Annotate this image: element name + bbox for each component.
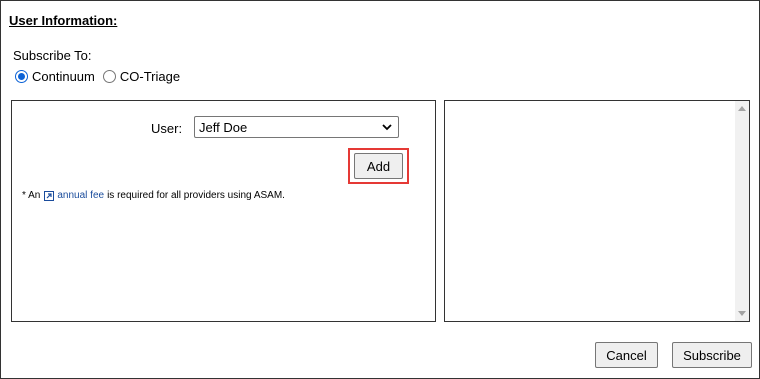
cancel-button[interactable]: Cancel [595,342,658,368]
radio-co-triage-indicator[interactable] [102,70,116,83]
annual-fee-link[interactable]: annual fee [57,190,104,201]
annual-fee-note: * An annual fee is required for all prov… [22,190,285,201]
user-information-dialog: User Information: Subscribe To: Continuu… [0,0,760,379]
radio-continuum-label: Continuum [32,69,95,84]
subscribe-radio-group: Continuum CO-Triage [15,69,188,84]
chevron-down-icon [382,123,392,130]
list-scrollbar[interactable] [735,101,749,321]
user-selection-panel: User: Jeff Doe Add * An annual fee is re… [11,100,436,322]
user-select-value: Jeff Doe [199,119,248,135]
add-button[interactable]: Add [354,153,403,179]
scroll-down-arrow-icon[interactable] [738,311,746,316]
radio-continuum-indicator[interactable] [15,70,28,83]
user-select[interactable]: Jeff Doe [194,116,399,138]
radio-co-triage[interactable]: CO-Triage [102,69,181,84]
note-prefix: * An [22,190,41,201]
subscribed-users-list[interactable] [444,100,750,322]
user-label: User: [151,121,183,136]
radio-co-triage-label: CO-Triage [119,69,181,84]
radio-continuum[interactable]: Continuum [15,69,95,84]
subscribe-button[interactable]: Subscribe [672,342,752,368]
scroll-up-arrow-icon[interactable] [738,106,746,111]
subscribe-label: Subscribe To: [13,48,92,63]
note-suffix: is required for all providers using ASAM… [107,190,285,201]
section-heading: User Information: [9,13,118,28]
external-link-icon[interactable] [44,190,55,201]
